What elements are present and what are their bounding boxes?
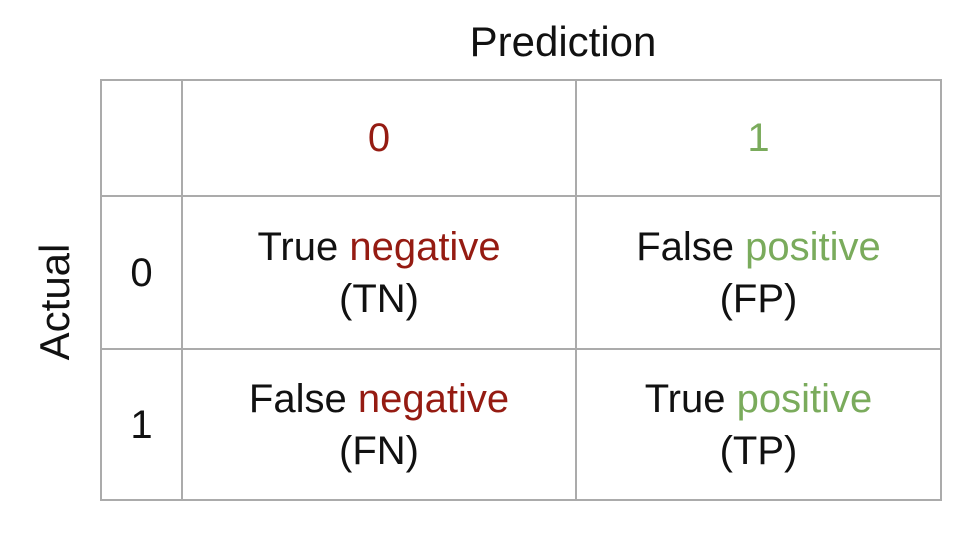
cell-true-negative: True negative (TN)	[181, 195, 577, 350]
confusion-matrix: 0 1 0 True negative (TN) False positive …	[100, 79, 942, 501]
cell-abbr: (FP)	[719, 276, 798, 321]
prediction-axis-title: Prediction	[469, 18, 657, 65]
cell-label-colored: positive	[745, 224, 881, 269]
corner-cell	[100, 79, 183, 197]
cell-false-negative: False negative (FN)	[181, 348, 577, 501]
row-header-0: 0	[100, 195, 183, 350]
cell-label-colored: negative	[349, 224, 501, 269]
row-header-1: 1	[100, 348, 183, 501]
cell-label: True	[644, 376, 726, 421]
cell-label: True	[257, 224, 339, 269]
actual-axis-title: Actual	[31, 243, 78, 361]
cell-abbr: (FN)	[339, 428, 419, 473]
cell-true-positive: True positive (TP)	[575, 348, 942, 501]
column-header-1: 1	[575, 79, 942, 197]
cell-label-colored: positive	[736, 376, 873, 421]
cell-false-positive: False positive (FP)	[575, 195, 942, 350]
column-header-0: 0	[181, 79, 577, 197]
cell-label: False	[248, 376, 347, 421]
cell-abbr: (TN)	[339, 276, 419, 321]
cell-label: False	[636, 224, 735, 269]
cell-abbr: (TP)	[719, 428, 798, 473]
cell-label-colored: negative	[357, 376, 510, 421]
